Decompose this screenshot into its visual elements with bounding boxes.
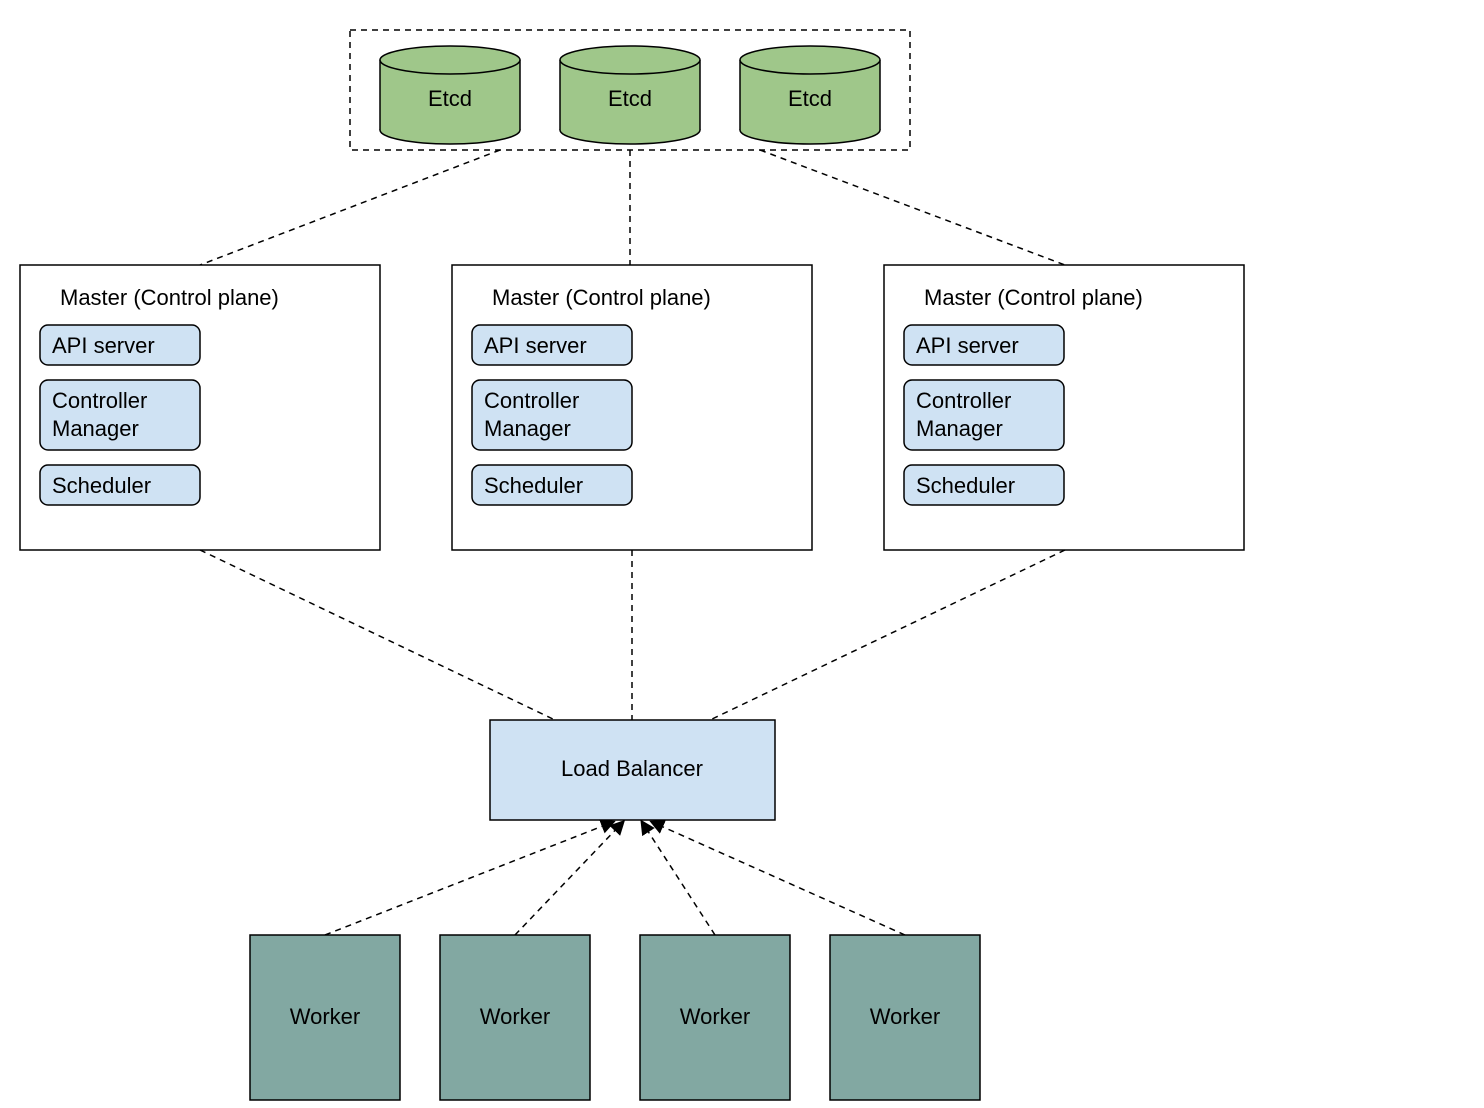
master-component: Controller: [916, 388, 1011, 413]
master-0: Master (Control plane) API server Contro…: [20, 265, 380, 550]
master-2: Master (Control plane) API server Contro…: [884, 265, 1244, 550]
etcd-node-2: Etcd: [740, 46, 880, 144]
edge-master2-lb: [710, 550, 1065, 720]
master-component: Controller: [484, 388, 579, 413]
edge-master0-lb: [200, 550, 555, 720]
edge-worker2-lb: [642, 822, 715, 935]
worker-label: Worker: [290, 1004, 361, 1029]
lb-label: Load Balancer: [561, 756, 703, 781]
master-component: Scheduler: [52, 473, 151, 498]
etcd-label: Etcd: [788, 86, 832, 111]
master-component: API server: [916, 333, 1019, 358]
etcd-label: Etcd: [428, 86, 472, 111]
master-title: Master (Control plane): [924, 285, 1143, 310]
worker-0: Worker: [250, 935, 400, 1100]
master-component: Manager: [52, 416, 139, 441]
master-title: Master (Control plane): [492, 285, 711, 310]
master-component: Controller: [52, 388, 147, 413]
etcd-node-1: Etcd: [560, 46, 700, 144]
worker-label: Worker: [680, 1004, 751, 1029]
edge-etcd-master-2: [760, 150, 1065, 265]
master-component: Manager: [484, 416, 571, 441]
worker-3: Worker: [830, 935, 980, 1100]
worker-label: Worker: [870, 1004, 941, 1029]
master-component: Scheduler: [916, 473, 1015, 498]
etcd-node-0: Etcd: [380, 46, 520, 144]
master-1: Master (Control plane) API server Contro…: [452, 265, 812, 550]
master-component: API server: [484, 333, 587, 358]
edge-worker3-lb: [652, 822, 905, 935]
master-component: API server: [52, 333, 155, 358]
master-title: Master (Control plane): [60, 285, 279, 310]
worker-1: Worker: [440, 935, 590, 1100]
etcd-label: Etcd: [608, 86, 652, 111]
edge-etcd-master-0: [200, 150, 500, 265]
load-balancer: Load Balancer: [490, 720, 775, 820]
master-component: Scheduler: [484, 473, 583, 498]
edge-worker1-lb: [515, 822, 623, 935]
architecture-diagram: Etcd Etcd Etcd Master (Control plane) AP…: [0, 0, 1484, 1108]
worker-label: Worker: [480, 1004, 551, 1029]
worker-2: Worker: [640, 935, 790, 1100]
master-component: Manager: [916, 416, 1003, 441]
